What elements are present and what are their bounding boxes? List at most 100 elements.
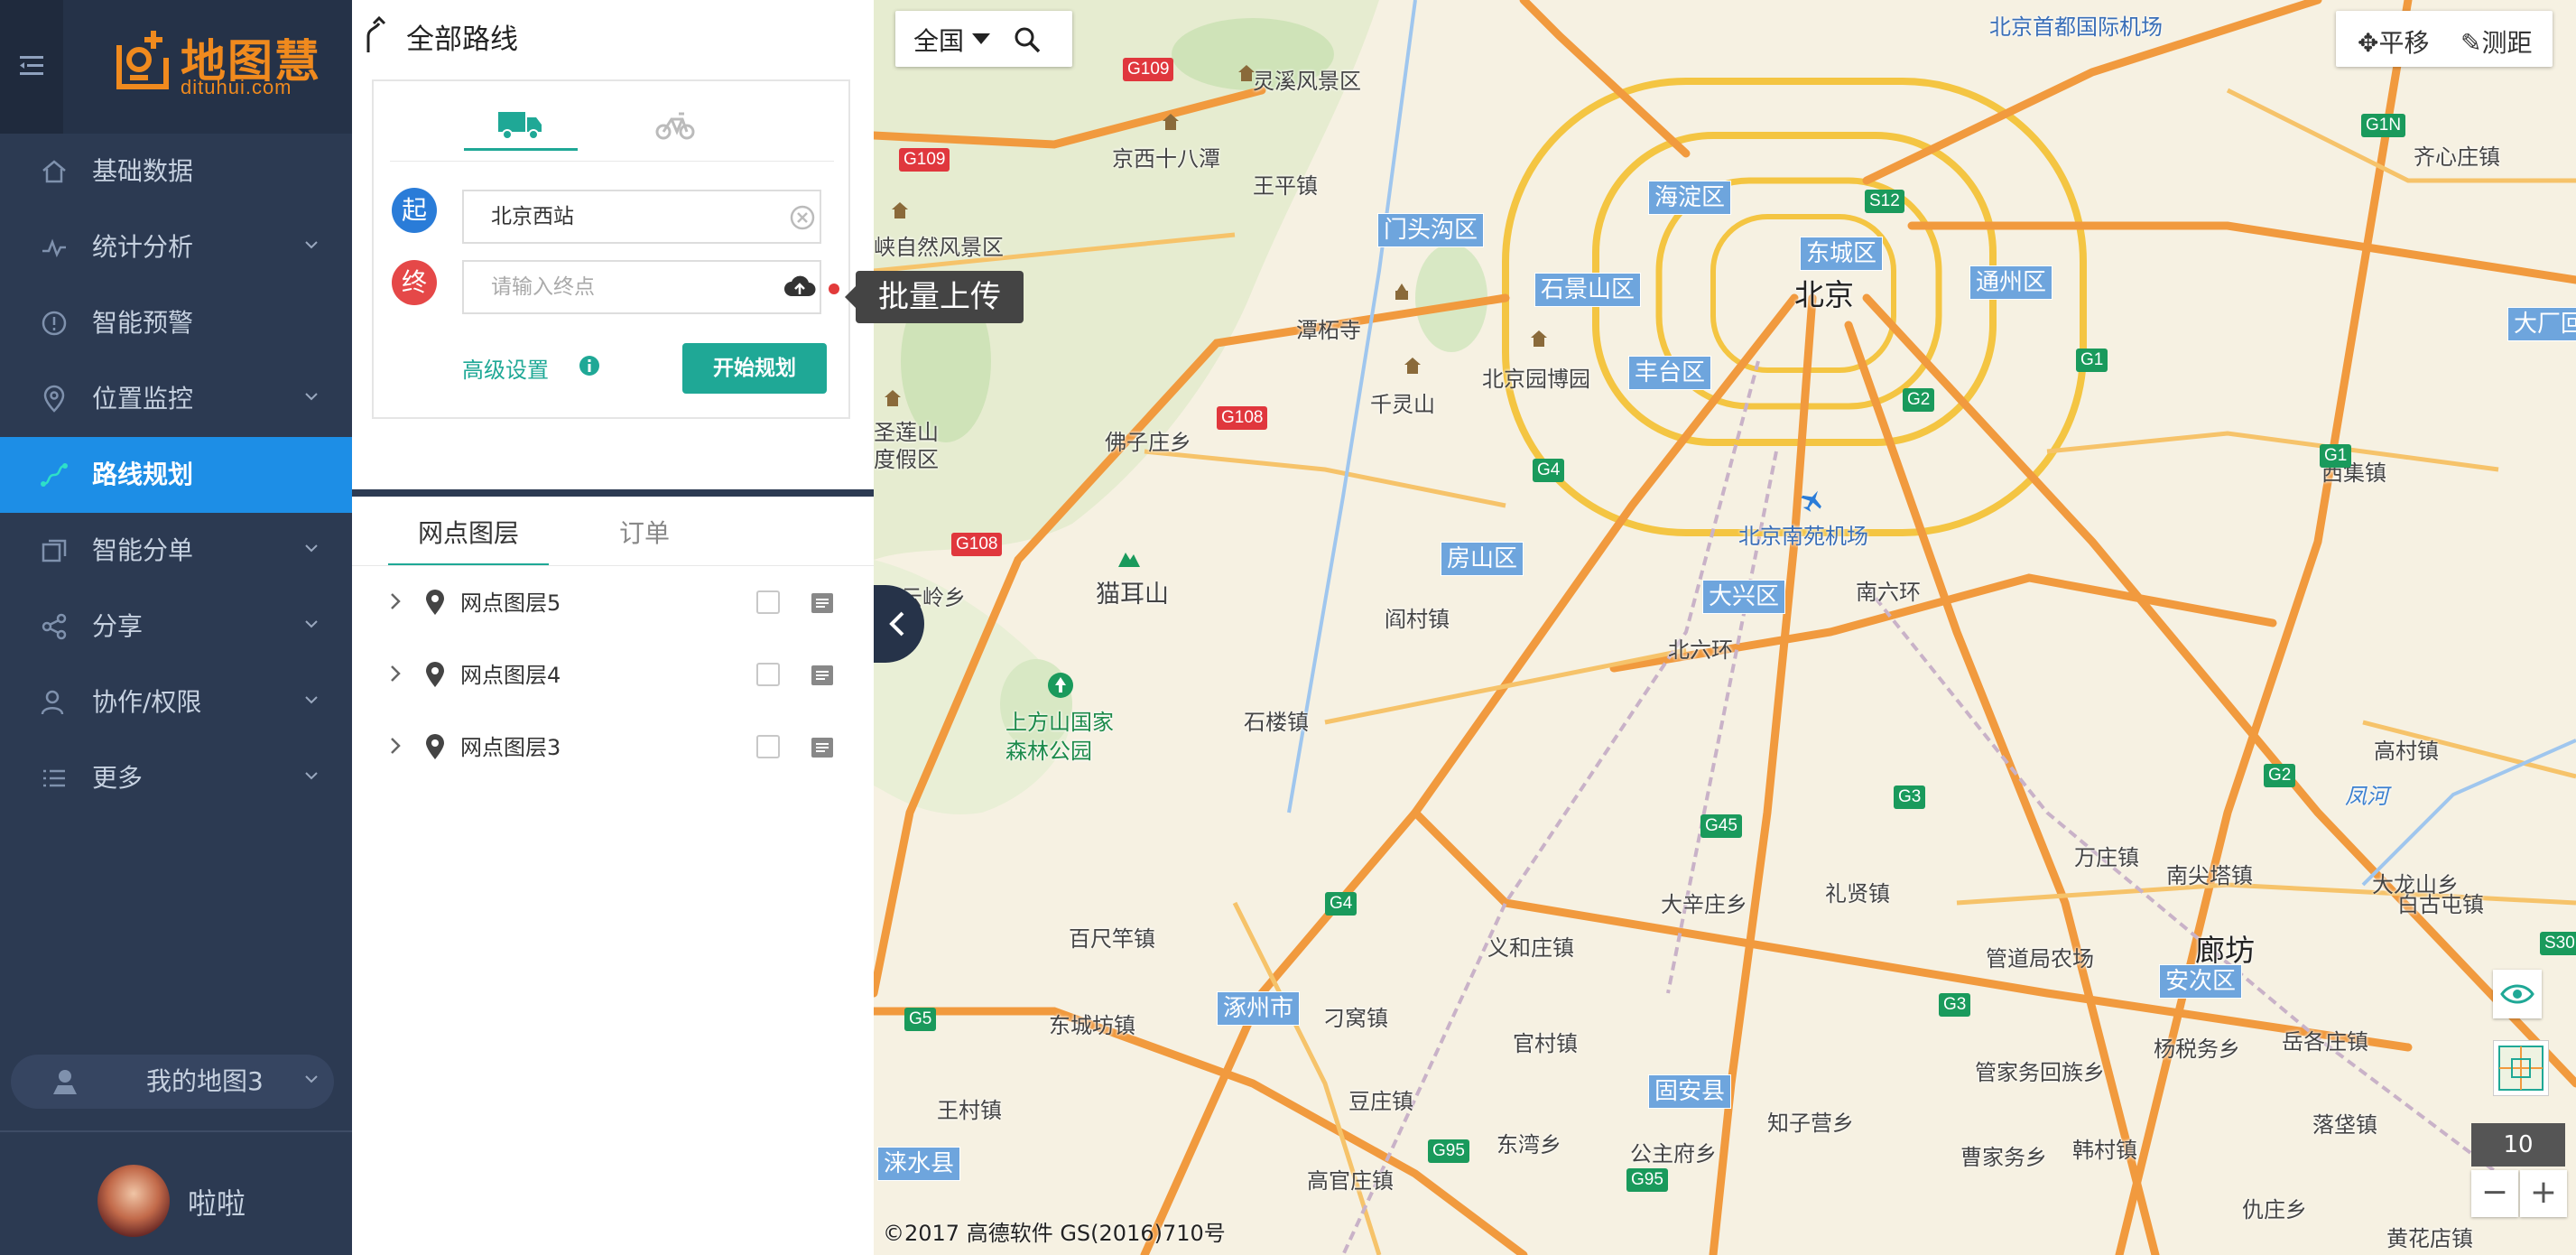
sidebar-item-smart-alert[interactable]: 智能预警 bbox=[0, 285, 352, 361]
chevron-right-icon[interactable] bbox=[388, 735, 403, 757]
location-icon bbox=[43, 385, 65, 413]
map-label-place: 管道局农场 bbox=[1986, 946, 2094, 971]
truck-icon bbox=[498, 112, 542, 140]
cloud-upload-icon[interactable] bbox=[783, 274, 816, 300]
map-label-place: 北京园博园 bbox=[1482, 367, 1590, 392]
sidebar-item-location-monitor[interactable]: 位置监控 bbox=[0, 361, 352, 437]
search-icon[interactable] bbox=[1013, 25, 1042, 54]
divider bbox=[0, 1130, 352, 1132]
chevron-down-icon bbox=[305, 1075, 318, 1083]
list-icon bbox=[43, 769, 65, 787]
highway-shield: G1N bbox=[2361, 114, 2406, 137]
map-label-place: 东湾乡 bbox=[1496, 1132, 1561, 1157]
sidebar-item-statistics[interactable]: 统计分析 bbox=[0, 209, 352, 285]
sidebar-item-collaboration[interactable]: 协作/权限 bbox=[0, 665, 352, 740]
map-label-place: 落垡镇 bbox=[2312, 1112, 2377, 1138]
tab-orders[interactable]: 订单 bbox=[590, 502, 699, 563]
chevron-down-icon bbox=[305, 696, 318, 704]
layer-label: 网点图层3 bbox=[460, 735, 561, 760]
map-pin-icon bbox=[426, 734, 444, 759]
map-label-place: 大辛庄乡 bbox=[1661, 892, 1747, 917]
map-label-place: 千灵山 bbox=[1370, 392, 1435, 417]
zoom-in-button[interactable]: + bbox=[2520, 1170, 2567, 1217]
start-point-input[interactable]: 北京西站 bbox=[462, 190, 821, 244]
pan-tool-button[interactable]: ✥平移 bbox=[2358, 23, 2429, 60]
sidebar-item-smart-dispatch[interactable]: 智能分单 bbox=[0, 513, 352, 589]
collapse-sidebar-button[interactable] bbox=[0, 0, 63, 134]
highway-shield: G108 bbox=[1217, 406, 1268, 430]
map-label-place: 杨税务乡 bbox=[2154, 1037, 2240, 1062]
sidebar-item-basic-data[interactable]: 基础数据 bbox=[0, 134, 352, 209]
district-label: 安次区 bbox=[2159, 964, 2243, 999]
layer-row[interactable]: 网点图层3 bbox=[352, 711, 874, 784]
layer-visibility-checkbox[interactable] bbox=[756, 735, 780, 758]
highway-shield: G3 bbox=[1939, 993, 1971, 1017]
attribute-table-icon[interactable] bbox=[811, 665, 834, 686]
map-label-place: 知子营乡 bbox=[1767, 1111, 1854, 1136]
sidebar-item-label: 协作/权限 bbox=[92, 687, 202, 717]
map-canvas[interactable]: 北京 廊坊 门头沟区 海淀区 东城区 石景山区 通州区 丰台区 房山区 大兴区 … bbox=[874, 0, 2576, 1255]
map-label-place: 北京首都国际机场 bbox=[1989, 14, 2163, 40]
map-label-place: 刁窝镇 bbox=[1323, 1006, 1388, 1031]
advanced-settings-link[interactable]: 高级设置 bbox=[462, 352, 549, 384]
tab-outlet-layers[interactable]: 网点图层 bbox=[388, 502, 549, 566]
sidebar-item-label: 基础数据 bbox=[92, 156, 194, 186]
district-label: 门头沟区 bbox=[1377, 213, 1485, 247]
start-planning-button[interactable]: 开始规划 bbox=[682, 343, 827, 394]
map-label-langfang: 廊坊 bbox=[2195, 933, 2255, 968]
chevron-right-icon[interactable] bbox=[388, 663, 403, 684]
map-label-place: 南尖塔镇 bbox=[2166, 863, 2253, 888]
district-label: 石景山区 bbox=[1534, 273, 1642, 307]
clear-input-icon[interactable] bbox=[789, 204, 816, 231]
my-map-selector[interactable]: 我的地图3 bbox=[11, 1055, 334, 1109]
route-input-card: 起 北京西站 终 请输入终点 高级设置 开始规划 bbox=[372, 79, 850, 419]
attribute-table-icon[interactable] bbox=[811, 592, 834, 614]
route-icon bbox=[41, 463, 68, 487]
end-point-input[interactable]: 请输入终点 bbox=[462, 260, 821, 314]
layer-row[interactable]: 网点图层5 bbox=[352, 567, 874, 639]
map-label-place: 高官庄镇 bbox=[1307, 1168, 1394, 1194]
map-label-place: 仇庄乡 bbox=[2242, 1197, 2307, 1222]
region-selector[interactable]: 全国 bbox=[895, 11, 1072, 67]
username[interactable]: 啦啦 bbox=[188, 1181, 246, 1222]
attribute-table-icon[interactable] bbox=[811, 737, 834, 758]
trend-icon bbox=[42, 238, 66, 258]
district-label: 涿州市 bbox=[1217, 991, 1301, 1026]
map-pin-icon bbox=[426, 590, 444, 615]
district-label: 东城区 bbox=[1800, 237, 1884, 271]
avatar[interactable] bbox=[97, 1165, 170, 1237]
highway-shield: G109 bbox=[899, 148, 950, 172]
highway-shield: G109 bbox=[1123, 58, 1174, 81]
map-label-place: 阎村镇 bbox=[1385, 607, 1450, 632]
scenic-spot-icon bbox=[1404, 358, 1421, 374]
map-label-place: 大龙山乡 bbox=[2372, 872, 2459, 897]
zoom-out-button[interactable]: − bbox=[2471, 1170, 2518, 1217]
eye-icon bbox=[2500, 984, 2534, 1004]
bike-mode-tab[interactable] bbox=[639, 103, 711, 148]
overview-map-button[interactable] bbox=[2493, 1040, 2549, 1096]
highway-shield: G1 bbox=[2320, 444, 2352, 468]
visibility-toggle-button[interactable] bbox=[2493, 970, 2542, 1018]
layer-row[interactable]: 网点图层4 bbox=[352, 639, 874, 711]
district-label: 通州区 bbox=[1969, 265, 2053, 300]
mountain-icon bbox=[1118, 553, 1140, 567]
measure-tool-button[interactable]: ✎测距 bbox=[2460, 23, 2532, 60]
scenic-spot-icon bbox=[892, 202, 908, 218]
user-icon bbox=[41, 690, 64, 715]
sidebar-item-route-planning[interactable]: 路线规划 bbox=[0, 437, 352, 513]
scenic-spot-icon bbox=[1163, 114, 1179, 130]
highway-shield: G95 bbox=[1626, 1168, 1668, 1192]
chevron-right-icon[interactable] bbox=[388, 590, 403, 612]
divider bbox=[390, 161, 834, 162]
map-label-place: 百尺竿镇 bbox=[1069, 926, 1155, 952]
sidebar-item-label: 路线规划 bbox=[92, 460, 194, 489]
truck-mode-tab[interactable] bbox=[464, 103, 578, 151]
info-icon[interactable] bbox=[578, 354, 601, 377]
chevron-down-icon bbox=[305, 393, 318, 401]
layer-visibility-checkbox[interactable] bbox=[756, 590, 780, 614]
map-toolbar: ✥平移 ✎测距 bbox=[2336, 11, 2553, 67]
sidebar-item-share[interactable]: 分享 bbox=[0, 589, 352, 665]
highway-shield: G2 bbox=[2264, 764, 2296, 787]
sidebar-item-more[interactable]: 更多 bbox=[0, 740, 352, 816]
layer-visibility-checkbox[interactable] bbox=[756, 663, 780, 686]
